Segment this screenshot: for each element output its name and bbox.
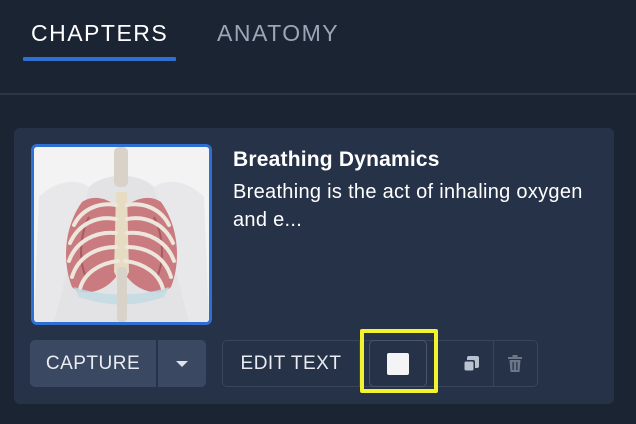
- tab-anatomy[interactable]: ANATOMY: [217, 20, 339, 47]
- caret-down-icon: [176, 360, 188, 367]
- duplicate-button[interactable]: [449, 341, 494, 386]
- edit-toolbar: EDIT TEXT: [222, 340, 538, 387]
- chapter-thumbnail[interactable]: [31, 144, 212, 325]
- tab-divider: [0, 93, 636, 95]
- trash-icon: [508, 354, 522, 372]
- chapter-card[interactable]: Breathing Dynamics Breathing is the act …: [14, 128, 614, 404]
- ribcage-lungs-illustration: [34, 147, 209, 322]
- active-tab-indicator: [23, 57, 176, 61]
- chapter-title: Breathing Dynamics: [233, 148, 440, 171]
- delete-button[interactable]: [493, 341, 537, 386]
- chapter-description: Breathing is the act of inhaling oxygen …: [233, 181, 583, 231]
- edit-text-button[interactable]: EDIT TEXT: [223, 341, 360, 386]
- capture-button[interactable]: CAPTURE: [30, 340, 156, 387]
- color-swatch: [387, 352, 409, 375]
- capture-button-group: CAPTURE: [30, 340, 206, 387]
- tab-bar: CHAPTERS ANATOMY: [0, 0, 636, 95]
- duplicate-icon: [463, 355, 479, 372]
- color-picker-button[interactable]: [369, 340, 427, 387]
- tab-chapters[interactable]: CHAPTERS: [31, 20, 168, 47]
- capture-dropdown-button[interactable]: [158, 340, 206, 387]
